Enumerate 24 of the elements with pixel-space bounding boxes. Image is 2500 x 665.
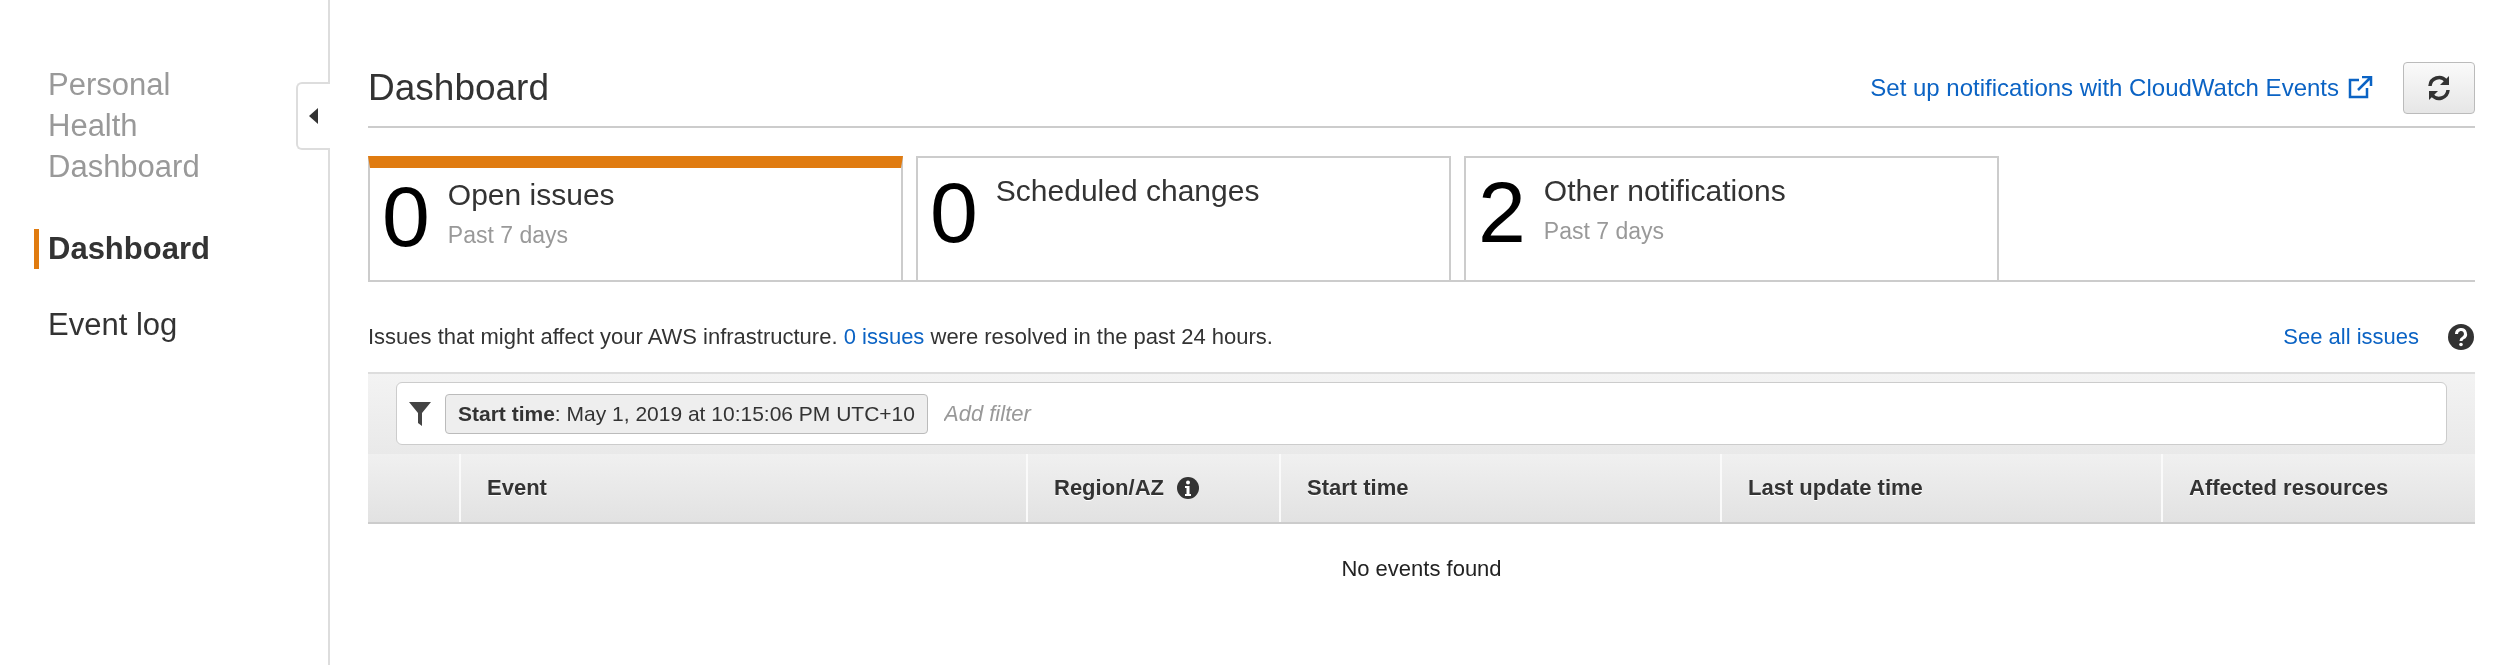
column-header[interactable]: Last update time [1748,475,1923,501]
filter-token[interactable]: Start time: May 1, 2019 at 10:15:06 PM UTC+10 [445,393,928,434]
nav-item[interactable]: Dashboard [34,229,210,269]
filter-icon [409,401,431,426]
nav-item[interactable]: Event log [48,305,178,345]
collapse-button[interactable] [296,82,330,150]
page-title: Dashboard [368,67,550,109]
column-header[interactable]: Affected resources [2189,475,2389,501]
summary-tab[interactable]: 0 Scheduled changes [916,156,1451,280]
external-link-icon [2347,76,2373,100]
column-header[interactable]: Start time [1307,475,1409,501]
cloudwatch-link[interactable]: Set up notifications with CloudWatch Events [1870,74,2373,102]
caret-icon [309,108,319,124]
help-icon[interactable] [2447,323,2475,351]
info-sentence: Issues that might affect your AWS infrastructure. 0 issues were resolved in the past 24 hours. [368,324,1274,350]
empty-message: No events found [1341,556,1502,582]
sidebar-title: Personal Health Dashboard [48,66,201,186]
see-all-link[interactable]: See all issues [2283,324,2419,350]
info-icon[interactable] [1176,476,1200,500]
refresh-button[interactable] [2403,62,2475,114]
issues-link[interactable]: 0 issues [843,324,925,349]
column-header[interactable]: Region/AZ [1054,475,1164,501]
column-header[interactable]: Event [487,475,547,501]
refresh-icon [2425,74,2453,102]
